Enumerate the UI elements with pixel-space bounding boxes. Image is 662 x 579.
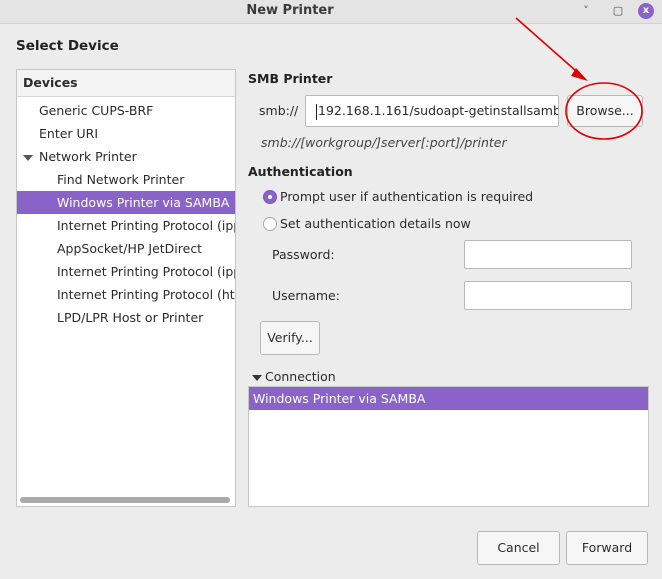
device-label: Find Network Printer [57,172,185,187]
close-button[interactable]: x [638,3,654,19]
device-label: Internet Printing Protocol (ipps) [57,264,235,279]
prompt-auth-label[interactable]: Prompt user if authentication is require… [280,189,533,204]
text-cursor [316,103,317,120]
password-label: Password: [272,247,335,262]
annotation-arrowhead-icon [571,68,588,81]
connection-toggle[interactable]: Connection [252,369,336,384]
device-label: Internet Printing Protocol (https) [57,287,235,302]
set-auth-radio[interactable] [263,217,277,231]
cancel-button[interactable]: Cancel [477,531,560,565]
devices-header[interactable]: Devices [17,70,235,97]
device-label: AppSocket/HP JetDirect [57,241,203,256]
device-item[interactable]: Internet Printing Protocol (https) [17,283,235,306]
device-item[interactable]: Internet Printing Protocol (ipp) [17,214,235,237]
smb-uri-input[interactable]: 192.168.1.161/sudoapt-getinstallsamba [305,95,559,127]
verify-button[interactable]: Verify... [260,321,320,355]
prompt-auth-radio[interactable] [263,190,277,204]
device-label: LPD/LPR Host or Printer [57,310,204,325]
device-item[interactable]: Find Network Printer [17,168,235,191]
device-label: Enter URI [39,126,99,141]
browse-button[interactable]: Browse... [567,95,643,127]
device-item[interactable]: Enter URI [17,122,235,145]
title-bar[interactable]: New Printer ˅ ▢ x [0,0,662,24]
device-item[interactable]: LPD/LPR Host or Printer [17,306,235,329]
password-input[interactable] [464,240,632,269]
connection-toggle-label: Connection [265,369,336,384]
device-item-network-printer[interactable]: Network Printer [17,145,235,168]
username-label: Username: [272,288,340,303]
select-device-heading: Select Device [16,38,119,54]
expander-triangle-icon [252,374,262,381]
smb-uri-hint: smb://[workgroup/]server[:port]/printer [261,135,507,150]
devices-list[interactable]: Devices Generic CUPS-BRF Enter URI Netwo… [16,69,236,507]
device-label: Internet Printing Protocol (ipp) [57,218,235,233]
annotation-arrow-icon [515,17,585,79]
smb-printer-heading: SMB Printer [248,71,333,86]
device-item-selected[interactable]: Windows Printer via SAMBA [17,191,235,214]
connection-item-selected[interactable]: Windows Printer via SAMBA [249,387,648,410]
device-item[interactable]: AppSocket/HP JetDirect [17,237,235,260]
smb-uri-value: 192.168.1.161/sudoapt-getinstallsamba [318,103,559,118]
window-title: New Printer [246,3,334,18]
forward-button[interactable]: Forward [566,531,648,565]
username-input[interactable] [464,281,632,310]
connection-list[interactable]: Windows Printer via SAMBA [248,386,649,507]
authentication-heading: Authentication [248,164,353,179]
device-label: Network Printer [39,149,137,164]
smb-prefix-label: smb:// [259,103,299,118]
horizontal-scrollbar[interactable] [20,497,230,503]
minimize-button[interactable]: ˅ [578,3,594,19]
device-item[interactable]: Generic CUPS-BRF [17,99,235,122]
expander-triangle-icon[interactable] [23,153,33,163]
device-item[interactable]: Internet Printing Protocol (ipps) [17,260,235,283]
device-label: Generic CUPS-BRF [39,103,154,118]
maximize-button[interactable]: ▢ [610,3,626,19]
device-label: Windows Printer via SAMBA [57,195,230,210]
set-auth-label[interactable]: Set authentication details now [280,216,471,231]
